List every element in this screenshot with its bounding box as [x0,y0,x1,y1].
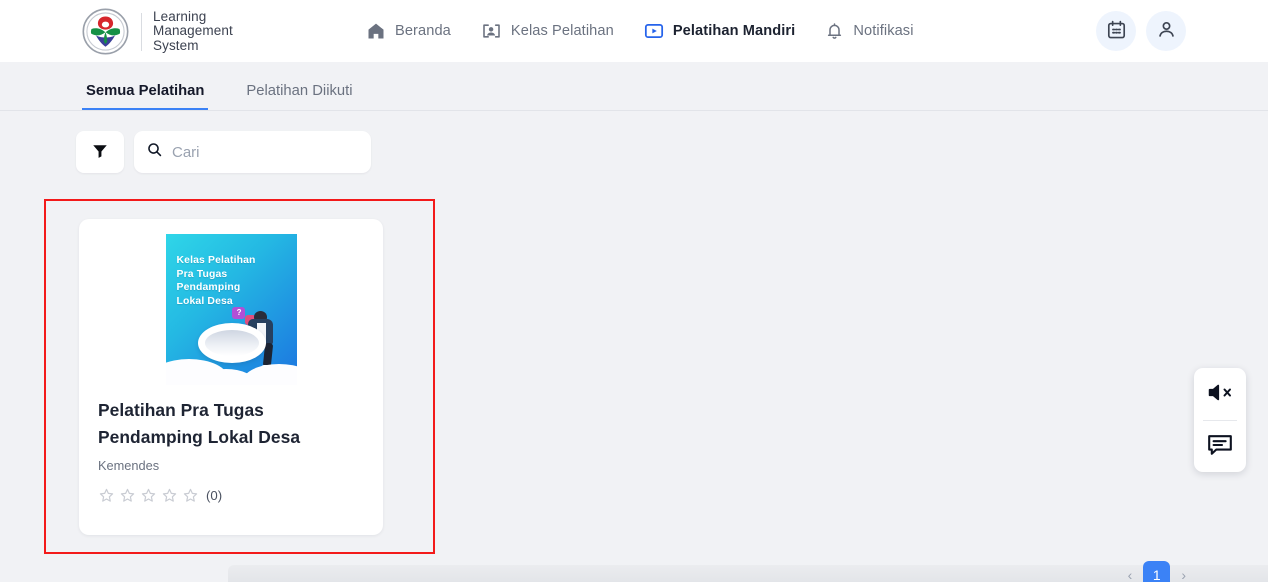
brand-divider [141,12,142,51]
course-thumbnail-wrap: Kelas Pelatihan Pra Tugas Pendamping Lok… [79,219,383,385]
app-root: Learning Management System Beranda Kelas… [0,0,1268,582]
nav-item-notifikasi[interactable]: Notifikasi [825,0,913,62]
speaker-mute-icon [1207,381,1234,407]
home-icon [366,21,386,41]
course-thumbnail-text: Kelas Pelatihan Pra Tugas Pendamping Lok… [176,255,256,307]
course-card-body: Pelatihan Pra Tugas Pendamping Lokal Des… [79,385,383,504]
tab-pelatihan-diikuti[interactable]: Pelatihan Diikuti [242,83,356,110]
star-icon-4 [162,488,177,502]
rating-count: (0) [206,488,223,503]
nav-item-pelatihan-mandiri[interactable]: Pelatihan Mandiri [644,0,796,62]
course-rating: (0) [98,487,364,504]
nav-item-kelas-pelatihan[interactable]: Kelas Pelatihan [481,0,614,62]
nav-label-kelas-pelatihan: Kelas Pelatihan [510,23,614,39]
ring-platform-decor [197,323,266,363]
filter-funnel-icon [91,142,109,163]
star-icon-3 [141,488,156,502]
cloud-decor-right [242,364,297,385]
course-thumbnail: Kelas Pelatihan Pra Tugas Pendamping Lok… [165,234,297,385]
brand[interactable]: Learning Management System [82,8,233,55]
header-actions [1096,11,1186,51]
pagination: ‹ 1 › [1128,561,1186,582]
chat-bubble-icon [1207,433,1233,460]
star-icon-5 [183,488,198,502]
brand-title: Learning Management System [153,8,233,53]
toolbar [76,131,371,173]
nav-label-pelatihan-mandiri: Pelatihan Mandiri [672,23,796,39]
tab-semua-pelatihan[interactable]: Semua Pelatihan [82,83,209,110]
star-rating[interactable] [98,487,199,504]
floating-widget [1194,368,1246,472]
search-icon [146,141,163,163]
calendar-icon [1106,19,1127,43]
main-nav: Beranda Kelas Pelatihan Pelatihan Mandir… [366,0,914,62]
search-box[interactable] [134,131,371,173]
pagination-next[interactable]: › [1181,567,1186,582]
question-mark-decor: ? [236,308,242,317]
star-icon-1 [99,488,114,502]
tab-strip: Semua Pelatihan Pelatihan Diikuti [0,62,1268,111]
star-icon-2 [120,488,135,502]
footer-panel [228,565,1268,582]
course-card[interactable]: Kelas Pelatihan Pra Tugas Pendamping Lok… [79,219,383,535]
play-box-icon [644,21,664,41]
person-card-icon [481,21,502,41]
filter-button[interactable] [76,131,124,173]
search-input[interactable] [172,143,359,161]
nav-item-beranda[interactable]: Beranda [366,0,451,62]
calendar-button[interactable] [1096,11,1136,51]
course-provider: Kemendes [98,458,160,473]
account-button[interactable] [1146,11,1186,51]
nav-label-notifikasi: Notifikasi [853,23,914,39]
lms-emblem-logo-icon [82,8,129,55]
pagination-page-1[interactable]: 1 [1143,561,1171,582]
nav-label-beranda: Beranda [395,23,451,39]
bell-icon [825,21,844,41]
pagination-prev[interactable]: ‹ [1128,567,1133,582]
app-header: Learning Management System Beranda Kelas… [0,0,1268,62]
tab-list: Semua Pelatihan Pelatihan Diikuti [82,83,357,110]
course-title: Pelatihan Pra Tugas Pendamping Lokal Des… [98,400,301,447]
user-icon [1156,19,1177,43]
chat-button[interactable] [1194,421,1246,473]
mute-button[interactable] [1194,368,1246,420]
